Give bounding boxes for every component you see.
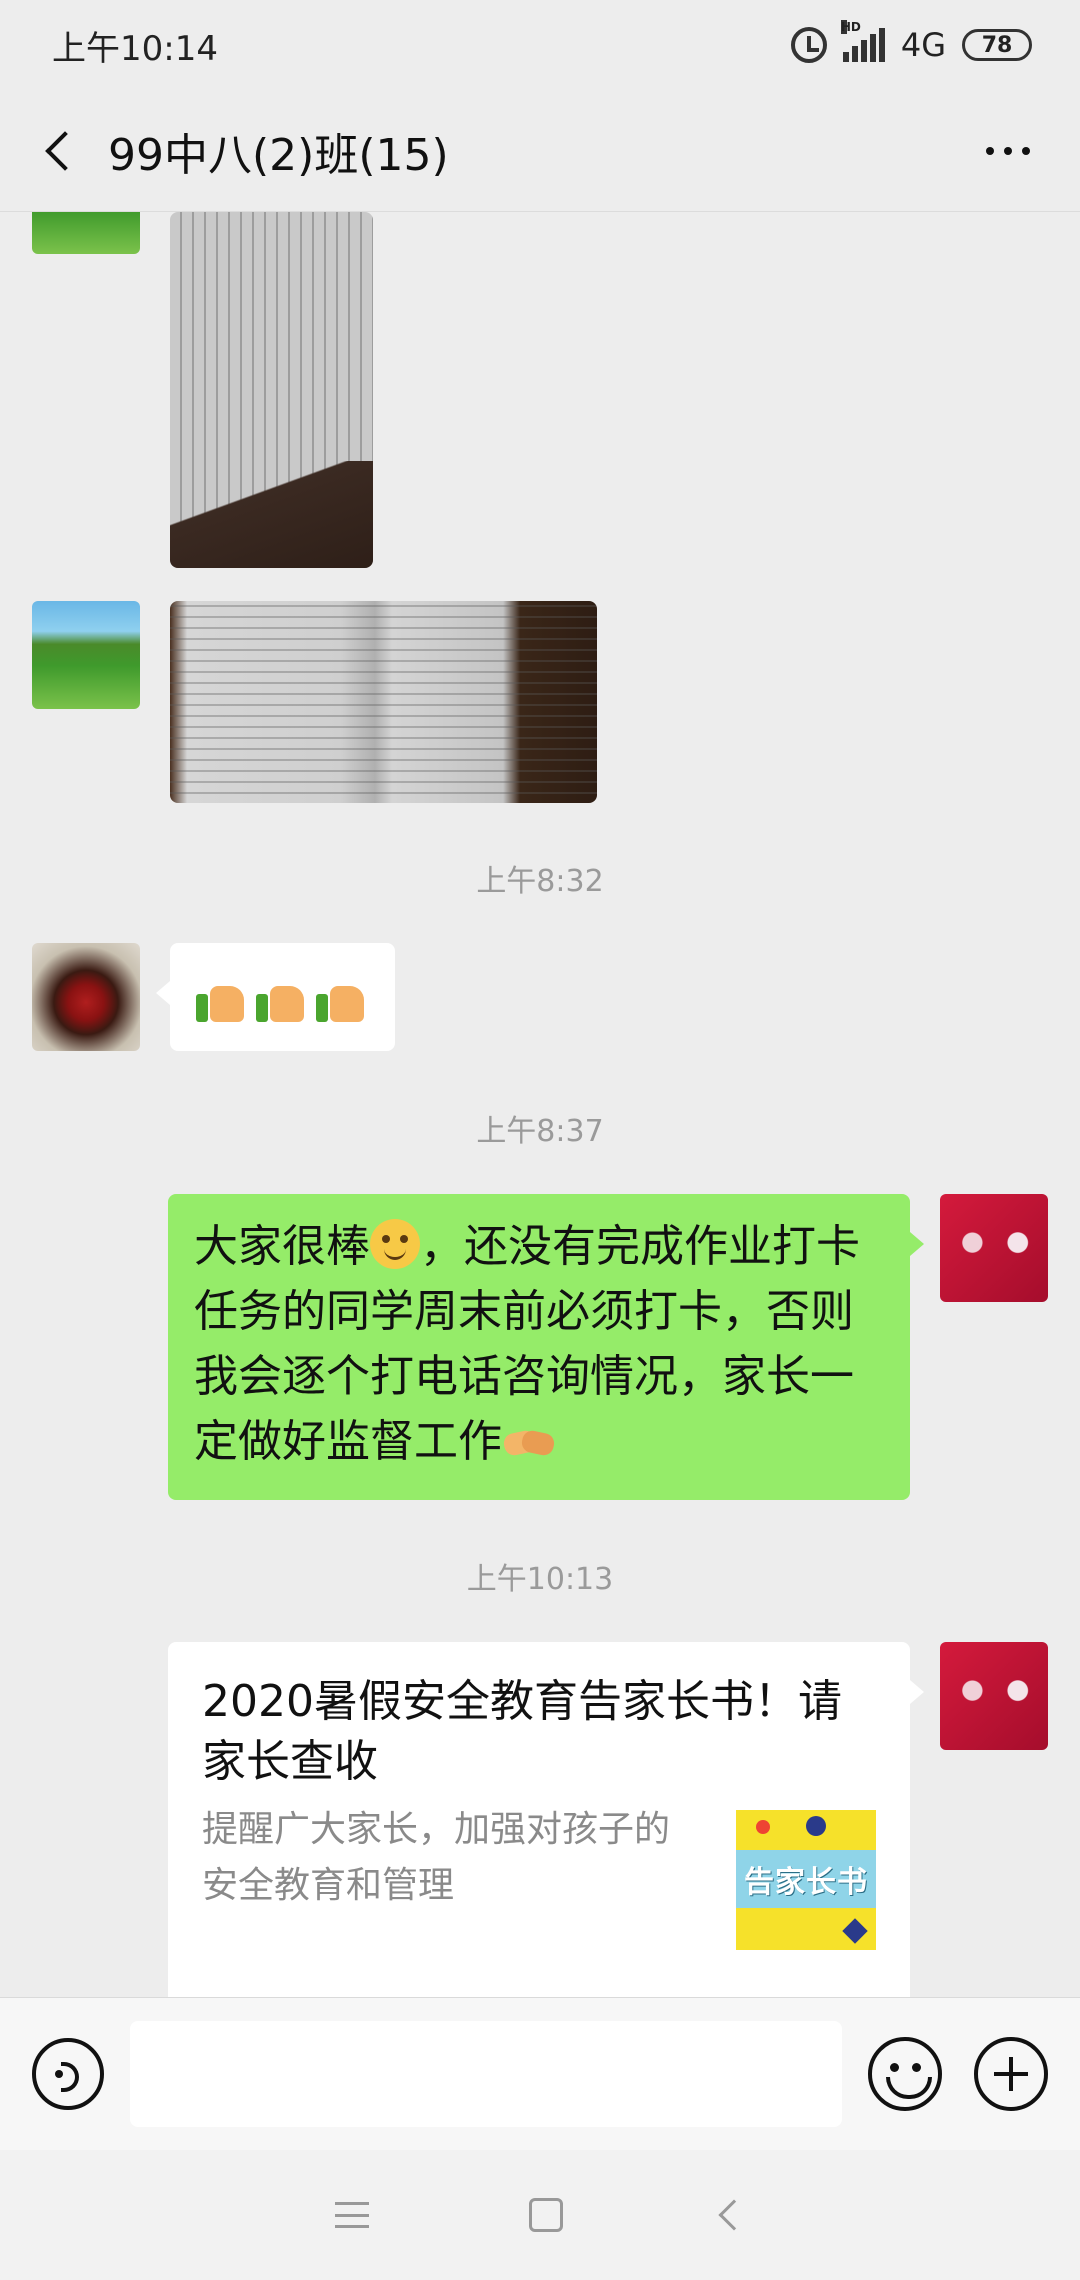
image-message[interactable]	[170, 212, 373, 568]
card-thumbnail-text: 告家长书	[744, 1865, 868, 1900]
alarm-icon	[790, 27, 827, 63]
battery-icon: 78	[962, 29, 1032, 61]
thumbs-up-icon	[255, 970, 310, 1024]
message-list[interactable]: 上午8:32 上午8:37 大家很棒 ，还没有完成作业打卡任务的同学周末前必须打卡…	[0, 212, 1080, 1997]
voice-input-button[interactable]	[32, 2038, 104, 2110]
card-title: 2020暑假安全教育告家长书！请家长查收	[202, 1676, 842, 1787]
handshake-emoji-icon	[502, 1422, 558, 1462]
thumbs-up-emojis	[170, 943, 395, 1051]
text-message[interactable]: 大家很棒 ，还没有完成作业打卡任务的同学周末前必须打卡，否则我会逐个打电话咨询情况…	[168, 1194, 924, 1500]
status-icons: HD 4G 78	[790, 20, 1032, 64]
system-back-icon[interactable]	[718, 2199, 750, 2231]
hd-label: HD	[840, 20, 861, 34]
more-functions-button[interactable]	[974, 2037, 1048, 2111]
system-nav-bar	[0, 2150, 1080, 2280]
avatar[interactable]	[940, 1194, 1048, 1302]
status-bar: 上午10:14 HD 4G 78	[0, 0, 1080, 90]
chat-title: 99中八(2)班(15)	[108, 129, 449, 181]
thumbs-up-icon	[195, 970, 250, 1024]
status-time: 上午10:14	[52, 28, 218, 69]
smile-emoji-icon	[370, 1219, 420, 1269]
home-icon[interactable]	[529, 2198, 563, 2232]
avatar[interactable]	[940, 1642, 1048, 1750]
input-bar	[0, 1997, 1080, 2150]
avatar[interactable]	[32, 601, 140, 709]
card-thumbnail: 告家长书	[736, 1810, 876, 1950]
thumbs-up-icon	[315, 970, 370, 1024]
emoji-button[interactable]	[868, 2037, 942, 2111]
menu-icon[interactable]	[335, 2202, 369, 2228]
timestamp: 上午8:37	[476, 1114, 604, 1149]
link-card-message[interactable]: 2020暑假安全教育告家长书！请家长查收 提醒广大家长，加强对孩子的安全教育和管…	[168, 1642, 924, 1997]
signal-icon: HD	[840, 20, 885, 62]
chat-header: 99中八(2)班(15)	[0, 90, 1080, 212]
timestamp: 上午8:32	[476, 864, 604, 899]
voice-icon	[55, 2059, 81, 2092]
card-description: 提醒广大家长，加强对孩子的安全教育和管理	[202, 1809, 671, 1906]
avatar[interactable]	[32, 212, 140, 254]
timestamp: 上午10:13	[466, 1562, 614, 1597]
battery-level: 78	[981, 32, 1013, 58]
back-icon[interactable]	[30, 121, 90, 181]
emoji-message[interactable]	[156, 943, 395, 1051]
more-options-icon[interactable]	[986, 146, 1050, 155]
network-label: 4G	[900, 26, 946, 64]
avatar[interactable]	[32, 943, 140, 1051]
message-text-part: 大家很棒	[194, 1221, 370, 1272]
image-message[interactable]	[170, 601, 597, 803]
message-input[interactable]	[130, 2021, 842, 2127]
